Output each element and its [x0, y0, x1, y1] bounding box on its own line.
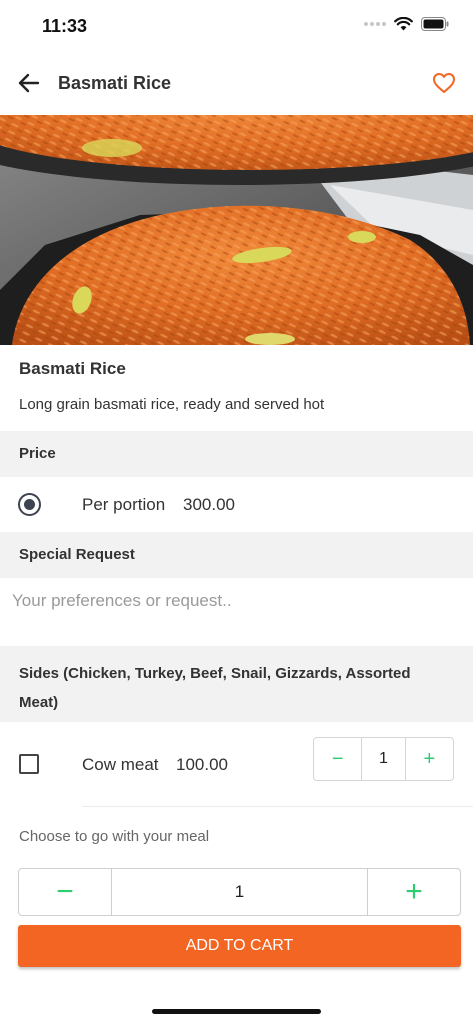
side-item-name: Cow meat — [82, 755, 159, 774]
side-quantity-stepper: − 1 + — [313, 737, 454, 781]
wifi-icon — [394, 17, 413, 31]
add-to-cart-button[interactable]: ADD TO CART — [18, 925, 461, 967]
meal-quantity-stepper: − 1 + — [18, 868, 461, 916]
special-request-input[interactable] — [0, 578, 473, 646]
item-description: Long grain basmati rice, ready and serve… — [19, 396, 325, 413]
status-time: 11:33 — [42, 16, 88, 36]
meal-decrement-button[interactable]: − — [19, 869, 111, 915]
sides-section-title: Sides (Chicken, Turkey, Beef, Snail, Giz… — [19, 665, 411, 711]
price-option[interactable]: Per portion 300.00 — [0, 477, 473, 532]
page-title: Basmati Rice — [58, 73, 172, 93]
signal-dots-icon — [364, 22, 386, 26]
favorite-button[interactable] — [429, 68, 459, 98]
item-title: Basmati Rice — [19, 359, 126, 378]
side-item-checkbox[interactable] — [19, 754, 39, 774]
arrow-left-icon — [18, 73, 40, 93]
side-item-row: Cow meat 100.00 − 1 + — [0, 722, 473, 807]
item-info: Basmati Rice Long grain basmati rice, re… — [0, 345, 473, 431]
side-decrement-button[interactable]: − — [314, 738, 361, 780]
side-item-price: 100.00 — [176, 755, 228, 774]
food-image — [0, 115, 473, 345]
side-quantity-value: 1 — [361, 738, 406, 780]
status-bar: 11:33 — [0, 0, 473, 52]
special-request-title: Special Request — [19, 546, 135, 563]
price-option-label: Per portion — [82, 495, 166, 514]
meal-increment-button[interactable]: + — [368, 869, 460, 915]
special-request-header: Special Request — [0, 532, 473, 578]
status-icons — [364, 17, 449, 31]
choose-hint-text: Choose to go with your meal — [19, 828, 210, 845]
nav-bar: Basmati Rice — [0, 58, 473, 110]
divider — [82, 806, 473, 807]
price-section-header: Price — [0, 431, 473, 477]
side-increment-button[interactable]: + — [406, 738, 453, 780]
home-indicator — [152, 1009, 321, 1014]
price-radio-selected[interactable] — [18, 493, 41, 516]
price-option-value: 300.00 — [183, 495, 235, 514]
sides-section-header: Sides (Chicken, Turkey, Beef, Snail, Giz… — [0, 646, 473, 722]
price-section-title: Price — [19, 445, 56, 462]
heart-outline-icon — [433, 73, 455, 93]
meal-quantity-value: 1 — [111, 869, 368, 915]
battery-icon — [421, 17, 449, 31]
back-button[interactable] — [14, 68, 44, 98]
